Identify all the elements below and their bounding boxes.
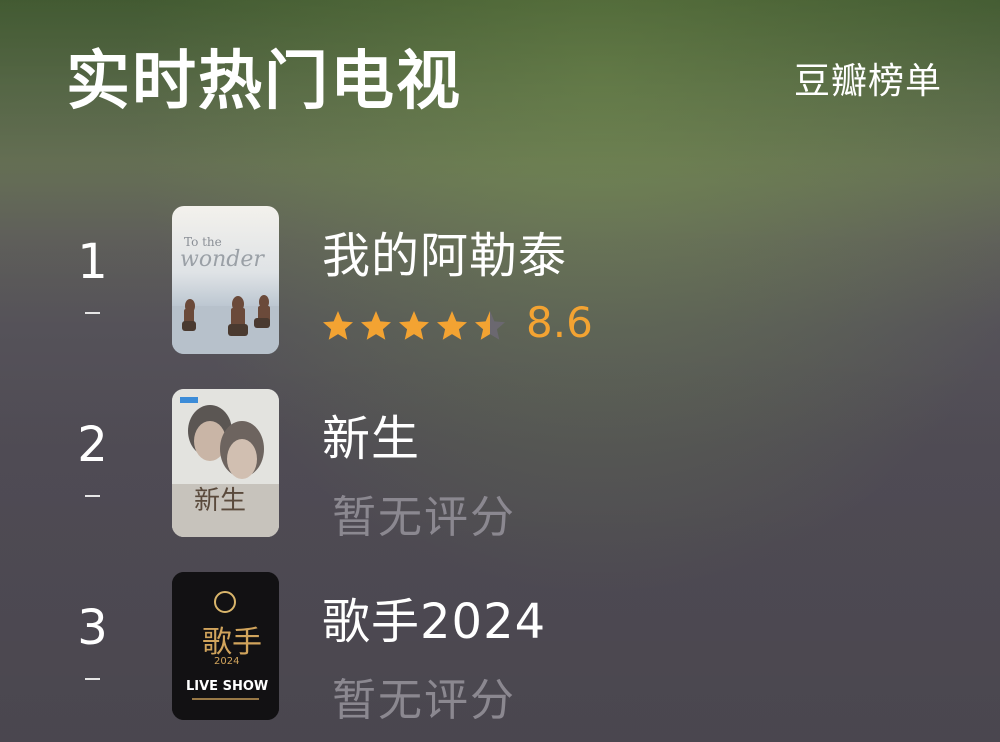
svg-text:歌手: 歌手 xyxy=(202,625,262,660)
no-rating-label: 暂无评分 xyxy=(332,492,516,543)
rank-number: 3 xyxy=(77,600,108,656)
svg-text:LIVE SHOW: LIVE SHOW xyxy=(186,679,268,694)
star-icon xyxy=(437,311,467,340)
rank-divider xyxy=(85,312,100,314)
rank-number: 2 xyxy=(77,417,108,473)
poster-image[interactable]: 歌手 2024 LIVE SHOW xyxy=(172,572,279,720)
star-rating xyxy=(320,308,508,344)
show-title[interactable]: 新生 xyxy=(322,399,420,469)
show-title[interactable]: 我的阿勒泰 xyxy=(322,216,567,286)
svg-text:wonder: wonder xyxy=(180,247,265,272)
poster-image[interactable]: 新生 xyxy=(172,389,279,537)
list-item[interactable]: 1 To the wonder 我的阿勒泰 8.6 xyxy=(0,206,1000,356)
half-star-icon xyxy=(475,311,505,340)
svg-text:2024: 2024 xyxy=(214,656,239,667)
list-item[interactable]: 3 歌手 2024 LIVE SHOW 歌手2024 暂无评分 xyxy=(0,572,1000,726)
douban-chart-link[interactable]: 豆瓣榜单 xyxy=(794,52,942,104)
poster-image[interactable]: To the wonder xyxy=(172,206,279,354)
svg-text:新生: 新生 xyxy=(194,486,246,516)
rank-divider xyxy=(85,678,100,680)
rank-divider xyxy=(85,495,100,497)
list-item[interactable]: 2 新生 新生 暂无评分 xyxy=(0,389,1000,543)
star-icon xyxy=(323,311,353,340)
no-rating-label: 暂无评分 xyxy=(332,675,516,726)
page-title: 实时热门电视 xyxy=(66,45,462,119)
star-icon xyxy=(399,311,429,340)
rating-score: 8.6 xyxy=(526,298,593,347)
show-title[interactable]: 歌手2024 xyxy=(322,582,546,652)
rank-number: 1 xyxy=(77,234,108,290)
star-icon xyxy=(361,311,391,340)
